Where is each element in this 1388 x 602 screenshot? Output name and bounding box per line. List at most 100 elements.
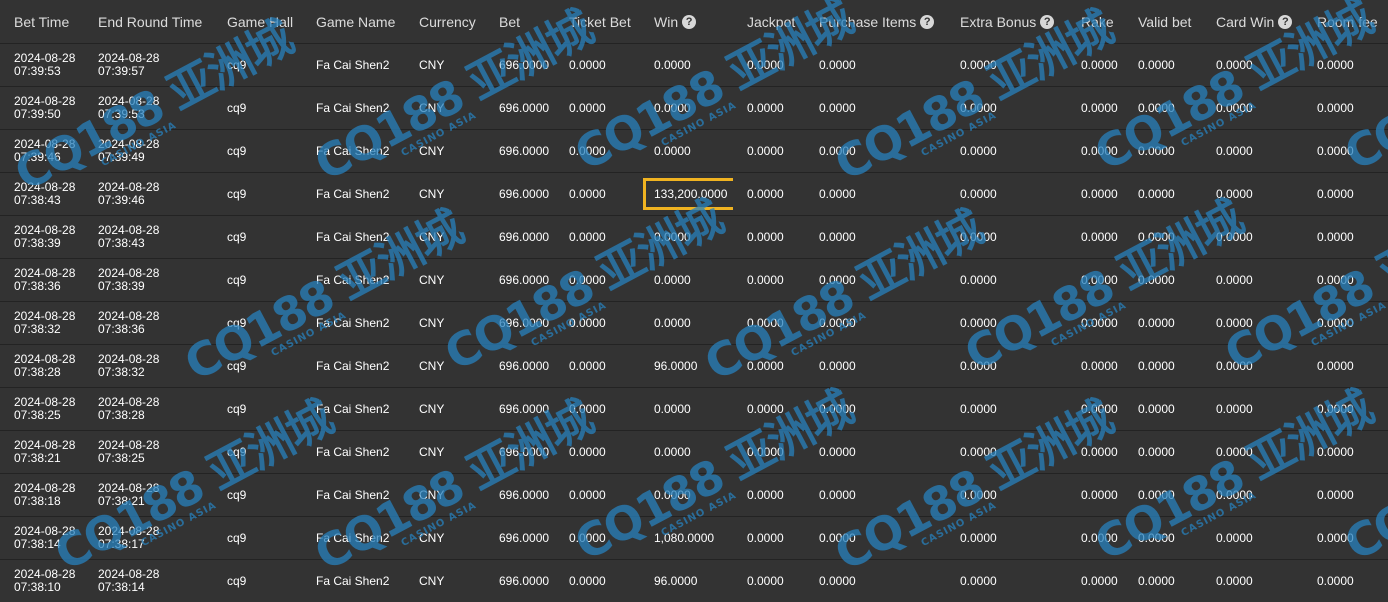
cell-end-round-time: 2024-08-28 07:38:17 bbox=[84, 516, 213, 560]
cell-currency: CNY bbox=[405, 86, 485, 130]
table-row[interactable]: 2024-08-28 07:38:39 2024-08-28 07:38:43 cq9 F… bbox=[0, 215, 1388, 259]
table-row[interactable]: 2024-08-28 07:38:21 2024-08-28 07:38:25 cq9 F… bbox=[0, 430, 1388, 474]
extra-bonus-value: 0.0000 bbox=[960, 445, 997, 459]
help-icon[interactable]: ? bbox=[682, 14, 697, 29]
table-row[interactable]: 2024-08-28 07:38:18 2024-08-28 07:38:21 cq9 F… bbox=[0, 473, 1388, 517]
cell-purchase-items: 0.0000 bbox=[805, 387, 946, 431]
cell-win: 0.0000 bbox=[640, 129, 733, 173]
bet-time-clock: 07:39:53 bbox=[14, 64, 61, 78]
cell-rake: 0.0000 bbox=[1067, 516, 1124, 560]
table-row[interactable]: 2024-08-28 07:38:36 2024-08-28 07:38:39 cq9 F… bbox=[0, 258, 1388, 302]
valid-bet-value: 0.0000 bbox=[1138, 316, 1175, 330]
cell-game-hall: cq9 bbox=[213, 344, 302, 388]
help-icon[interactable]: ? bbox=[1040, 14, 1055, 29]
purchase-items-value: 0.0000 bbox=[819, 58, 856, 72]
column-header-label: Currency bbox=[419, 13, 476, 30]
ticket-bet-value: 0.0000 bbox=[569, 574, 606, 588]
column-header-rake: Rake bbox=[1067, 0, 1124, 44]
cell-purchase-items: 0.0000 bbox=[805, 43, 946, 87]
end-round-time-clock: 07:39:49 bbox=[98, 150, 145, 164]
cell-currency: CNY bbox=[405, 387, 485, 431]
cell-extra-bonus: 0.0000 bbox=[946, 559, 1067, 602]
end-round-time-clock: 07:38:43 bbox=[98, 236, 145, 250]
cell-jackpot: 0.0000 bbox=[733, 258, 805, 302]
game-name-value: Fa Cai Shen2 bbox=[316, 316, 390, 330]
bet-time-clock: 07:38:25 bbox=[14, 408, 61, 422]
cell-valid-bet: 0.0000 bbox=[1124, 172, 1202, 216]
table-row[interactable]: 2024-08-28 07:38:25 2024-08-28 07:38:28 cq9 F… bbox=[0, 387, 1388, 431]
currency-value: CNY bbox=[419, 531, 445, 545]
rake-value: 0.0000 bbox=[1081, 187, 1118, 201]
cell-rake: 0.0000 bbox=[1067, 559, 1124, 602]
cell-room-fee: 0.0000 bbox=[1303, 344, 1388, 388]
end-round-time-clock: 07:38:21 bbox=[98, 494, 145, 508]
cell-currency: CNY bbox=[405, 258, 485, 302]
bet-time-clock: 07:38:21 bbox=[14, 451, 61, 465]
cell-bet-time: 2024-08-28 07:39:46 bbox=[0, 129, 84, 173]
table-row[interactable]: 2024-08-28 07:38:32 2024-08-28 07:38:36 cq9 F… bbox=[0, 301, 1388, 345]
rake-value: 0.0000 bbox=[1081, 488, 1118, 502]
purchase-items-value: 0.0000 bbox=[819, 359, 856, 373]
game-name-value: Fa Cai Shen2 bbox=[316, 531, 390, 545]
table-row[interactable]: 2024-08-28 07:39:50 2024-08-28 07:39:53 cq9 F… bbox=[0, 86, 1388, 130]
cell-ticket-bet: 0.0000 bbox=[555, 516, 640, 560]
cell-currency: CNY bbox=[405, 129, 485, 173]
cell-game-hall: cq9 bbox=[213, 473, 302, 517]
cell-win: 96.0000 bbox=[640, 559, 733, 602]
cell-rake: 0.0000 bbox=[1067, 43, 1124, 87]
cell-jackpot: 0.0000 bbox=[733, 344, 805, 388]
game-name-value: Fa Cai Shen2 bbox=[316, 58, 390, 72]
help-icon[interactable]: ? bbox=[920, 14, 935, 29]
bet-time-clock: 07:38:43 bbox=[14, 193, 61, 207]
valid-bet-value: 0.0000 bbox=[1138, 58, 1175, 72]
cell-extra-bonus: 0.0000 bbox=[946, 301, 1067, 345]
rake-value: 0.0000 bbox=[1081, 144, 1118, 158]
table-row[interactable]: 2024-08-28 07:39:53 2024-08-28 07:39:57 cq9 F… bbox=[0, 43, 1388, 87]
cell-bet-time: 2024-08-28 07:38:18 bbox=[0, 473, 84, 517]
purchase-items-value: 0.0000 bbox=[819, 574, 856, 588]
cell-rake: 0.0000 bbox=[1067, 258, 1124, 302]
cell-end-round-time: 2024-08-28 07:38:14 bbox=[84, 559, 213, 602]
cell-purchase-items: 0.0000 bbox=[805, 172, 946, 216]
cell-game-name: Fa Cai Shen2 bbox=[302, 258, 405, 302]
cell-game-name: Fa Cai Shen2 bbox=[302, 387, 405, 431]
jackpot-value: 0.0000 bbox=[747, 316, 784, 330]
table-row[interactable]: 2024-08-28 07:38:28 2024-08-28 07:38:32 cq9 F… bbox=[0, 344, 1388, 388]
end-round-time-clock: 07:38:25 bbox=[98, 451, 145, 465]
cell-valid-bet: 0.0000 bbox=[1124, 430, 1202, 474]
end-round-time-clock: 07:39:57 bbox=[98, 64, 145, 78]
column-header-label: Extra Bonus bbox=[960, 13, 1037, 30]
column-header-end-round-time: End Round Time bbox=[84, 0, 213, 44]
cell-rake: 0.0000 bbox=[1067, 430, 1124, 474]
bet-value: 696.0000 bbox=[499, 402, 550, 416]
game-hall-value: cq9 bbox=[227, 531, 247, 545]
help-icon[interactable]: ? bbox=[1278, 14, 1293, 29]
bet-history-view: Bet Time End Round Time Game Hall Game Name… bbox=[0, 0, 1388, 602]
column-header-valid-bet: Valid bet bbox=[1124, 0, 1202, 44]
table-row[interactable]: 2024-08-28 07:38:14 2024-08-28 07:38:17 cq9 F… bbox=[0, 516, 1388, 560]
cell-end-round-time: 2024-08-28 07:38:28 bbox=[84, 387, 213, 431]
cell-end-round-time: 2024-08-28 07:39:57 bbox=[84, 43, 213, 87]
cell-bet-time: 2024-08-28 07:38:28 bbox=[0, 344, 84, 388]
ticket-bet-value: 0.0000 bbox=[569, 187, 606, 201]
jackpot-value: 0.0000 bbox=[747, 101, 784, 115]
cell-card-win: 0.0000 bbox=[1202, 387, 1303, 431]
cell-bet: 696.0000 bbox=[485, 215, 555, 259]
cell-valid-bet: 0.0000 bbox=[1124, 387, 1202, 431]
cell-jackpot: 0.0000 bbox=[733, 516, 805, 560]
purchase-items-value: 0.0000 bbox=[819, 316, 856, 330]
column-header-currency: Currency bbox=[405, 0, 485, 44]
cell-game-name: Fa Cai Shen2 bbox=[302, 86, 405, 130]
table-row[interactable]: 2024-08-28 07:38:43 2024-08-28 07:39:46 cq9 F… bbox=[0, 172, 1388, 216]
win-value: 1,080.0000 bbox=[654, 531, 715, 545]
game-name-value: Fa Cai Shen2 bbox=[316, 144, 390, 158]
cell-win: 0.0000 bbox=[640, 473, 733, 517]
column-header-label: Valid bet bbox=[1138, 13, 1192, 30]
table-row[interactable]: 2024-08-28 07:39:46 2024-08-28 07:39:49 cq9 F… bbox=[0, 129, 1388, 173]
table-row[interactable]: 2024-08-28 07:38:10 2024-08-28 07:38:14 cq9 F… bbox=[0, 559, 1388, 602]
cell-bet: 696.0000 bbox=[485, 172, 555, 216]
cell-end-round-time: 2024-08-28 07:38:36 bbox=[84, 301, 213, 345]
currency-value: CNY bbox=[419, 187, 445, 201]
cell-bet: 696.0000 bbox=[485, 129, 555, 173]
cell-end-round-time: 2024-08-28 07:38:25 bbox=[84, 430, 213, 474]
